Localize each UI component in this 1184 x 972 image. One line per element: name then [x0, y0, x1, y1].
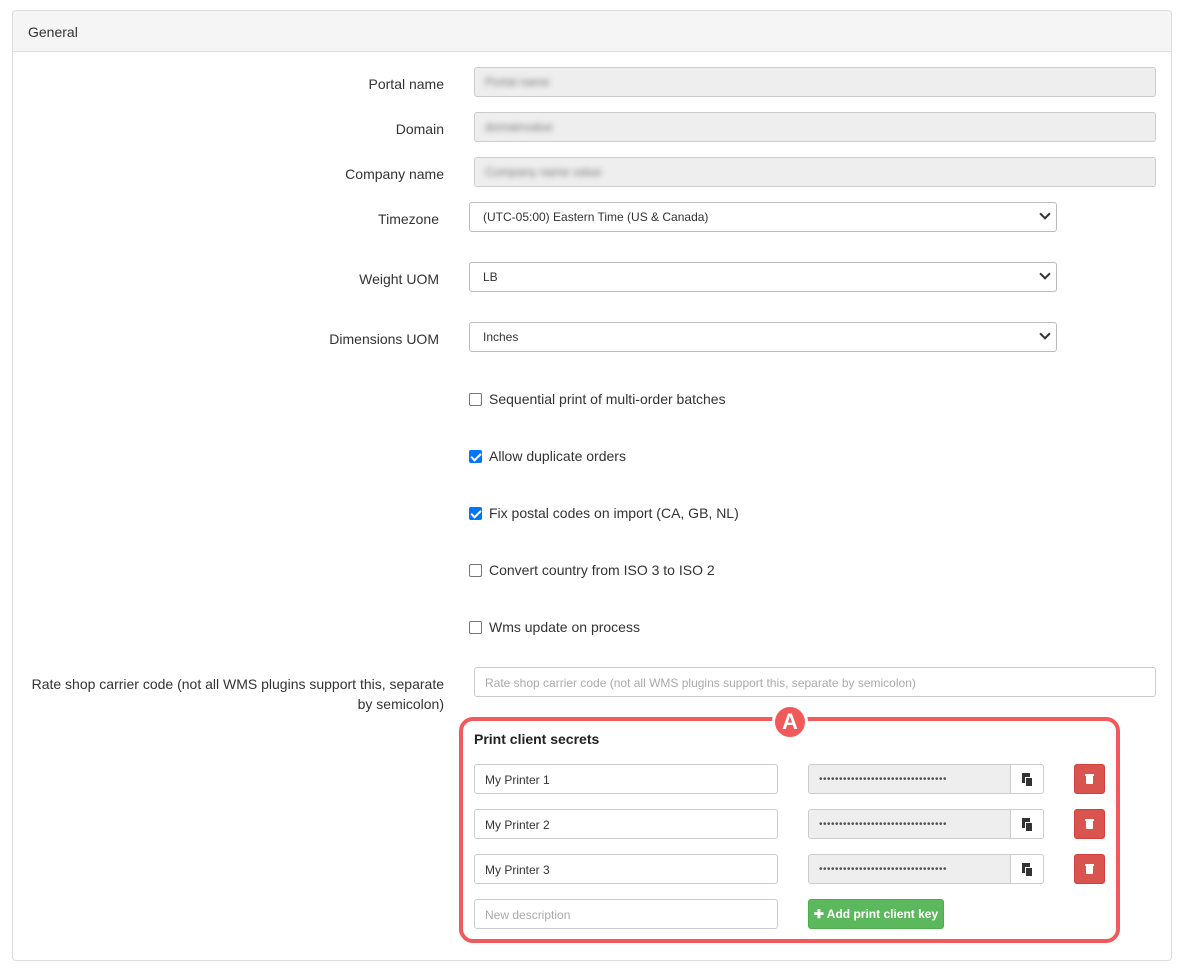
secret-field: •••••••••••••••••••••••••••••••• [808, 854, 1011, 884]
wms-update-option[interactable]: Wms update on process [469, 617, 640, 637]
portal-name-label: Portal name [368, 76, 444, 92]
add-print-client-key-button[interactable]: ✚ Add print client key [808, 899, 944, 929]
chevron-down-icon [1039, 208, 1051, 220]
print-secrets-title: Print client secrets [474, 731, 600, 747]
dimensions-uom-select[interactable]: Inches [469, 322, 1057, 352]
annotation-badge: A [772, 704, 808, 740]
fix-postal-codes-checkbox[interactable] [469, 506, 482, 520]
weight-uom-select[interactable]: LB [469, 262, 1057, 292]
rate-shop-label: Rate shop carrier code (not all WMS plug… [31, 676, 444, 712]
portal-name-value: Portal name [485, 75, 550, 89]
domain-field: domainvalue [474, 112, 1156, 142]
sequential-print-option[interactable]: Sequential print of multi-order batches [469, 389, 726, 409]
portal-name-field: Portal name [474, 67, 1156, 97]
dimensions-uom-label: Dimensions UOM [329, 331, 439, 347]
sequential-print-label: Sequential print of multi-order batches [489, 391, 726, 407]
wms-update-checkbox[interactable] [469, 620, 482, 634]
company-name-label: Company name [345, 166, 444, 182]
printer-name-input[interactable]: My Printer 1 [474, 764, 778, 794]
fix-postal-codes-label: Fix postal codes on import (CA, GB, NL) [489, 505, 739, 521]
copy-button[interactable] [1010, 809, 1044, 839]
weight-uom-value: LB [483, 270, 498, 284]
secret-input-group: •••••••••••••••••••••••••••••••• [808, 764, 1044, 794]
allow-duplicate-option[interactable]: Allow duplicate orders [469, 446, 626, 466]
printer-name-input[interactable]: My Printer 3 [474, 854, 778, 884]
chevron-down-icon [1039, 268, 1051, 280]
delete-button[interactable] [1074, 764, 1105, 794]
timezone-value: (UTC-05:00) Eastern Time (US & Canada) [483, 210, 709, 224]
copy-button[interactable] [1010, 764, 1044, 794]
printer-name-input[interactable]: My Printer 2 [474, 809, 778, 839]
wms-update-label: Wms update on process [489, 619, 640, 635]
sequential-print-checkbox[interactable] [469, 392, 482, 406]
secret-input-group: •••••••••••••••••••••••••••••••• [808, 809, 1044, 839]
new-description-input[interactable]: New description [474, 899, 778, 929]
company-name-value: Company name value [485, 165, 602, 179]
copy-button[interactable] [1010, 854, 1044, 884]
timezone-label: Timezone [378, 211, 439, 227]
secret-field: •••••••••••••••••••••••••••••••• [808, 764, 1011, 794]
secret-input-group: •••••••••••••••••••••••••••••••• [808, 854, 1044, 884]
secret-field: •••••••••••••••••••••••••••••••• [808, 809, 1011, 839]
timezone-select[interactable]: (UTC-05:00) Eastern Time (US & Canada) [469, 202, 1057, 232]
domain-label: Domain [395, 121, 444, 137]
weight-uom-label: Weight UOM [359, 271, 439, 287]
chevron-down-icon [1039, 328, 1051, 340]
convert-country-checkbox[interactable] [469, 563, 482, 577]
panel-title: General [13, 11, 1171, 52]
delete-button[interactable] [1074, 854, 1105, 884]
convert-country-label: Convert country from ISO 3 to ISO 2 [489, 562, 715, 578]
company-name-field: Company name value [474, 157, 1156, 187]
allow-duplicate-label: Allow duplicate orders [489, 448, 626, 464]
delete-button[interactable] [1074, 809, 1105, 839]
dimensions-uom-value: Inches [483, 330, 519, 344]
convert-country-option[interactable]: Convert country from ISO 3 to ISO 2 [469, 560, 715, 580]
allow-duplicate-checkbox[interactable] [469, 449, 482, 463]
domain-value: domainvalue [485, 120, 554, 134]
rate-shop-input[interactable]: Rate shop carrier code (not all WMS plug… [474, 667, 1156, 697]
fix-postal-codes-option[interactable]: Fix postal codes on import (CA, GB, NL) [469, 503, 739, 523]
